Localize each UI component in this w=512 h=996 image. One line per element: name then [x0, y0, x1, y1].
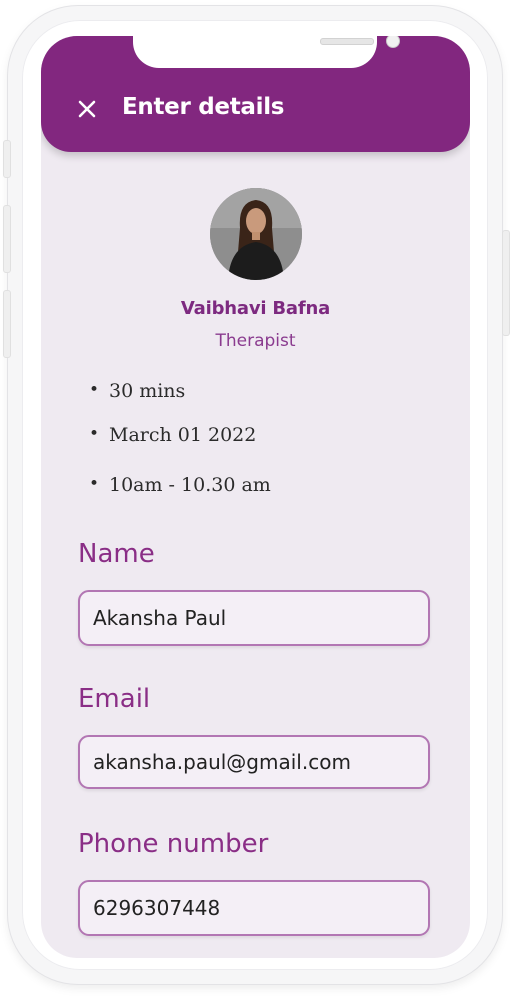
therapist-avatar	[210, 188, 302, 280]
therapist-role: Therapist	[215, 331, 296, 351]
front-camera	[386, 36, 400, 48]
silent-switch	[3, 140, 11, 178]
session-time: 10am - 10.30 am	[89, 474, 271, 504]
app-screen: Enter details Vaibhavi Bafna Therapist 3…	[41, 36, 470, 958]
email-input[interactable]	[78, 735, 430, 789]
volume-down-button	[3, 290, 11, 358]
email-label: Email	[78, 684, 151, 714]
avatar-photo	[210, 188, 302, 280]
name-label: Name	[78, 539, 155, 569]
speaker-grille	[320, 38, 374, 45]
phone-label: Phone number	[78, 829, 269, 859]
phone-notch	[133, 36, 400, 68]
phone-number-input[interactable]	[78, 880, 430, 936]
name-input[interactable]	[78, 590, 430, 646]
session-date: March 01 2022	[89, 424, 271, 474]
therapist-name: Vaibhavi Bafna	[180, 298, 331, 319]
close-button[interactable]	[75, 97, 99, 121]
session-duration: 30 mins	[89, 380, 271, 424]
session-details-list: 30 mins March 01 2022 10am - 10.30 am	[89, 380, 271, 504]
page-title: Enter details	[122, 94, 285, 120]
close-icon	[78, 100, 96, 118]
power-button	[502, 230, 510, 336]
volume-up-button	[3, 205, 11, 273]
app-bar: Enter details	[41, 36, 470, 152]
